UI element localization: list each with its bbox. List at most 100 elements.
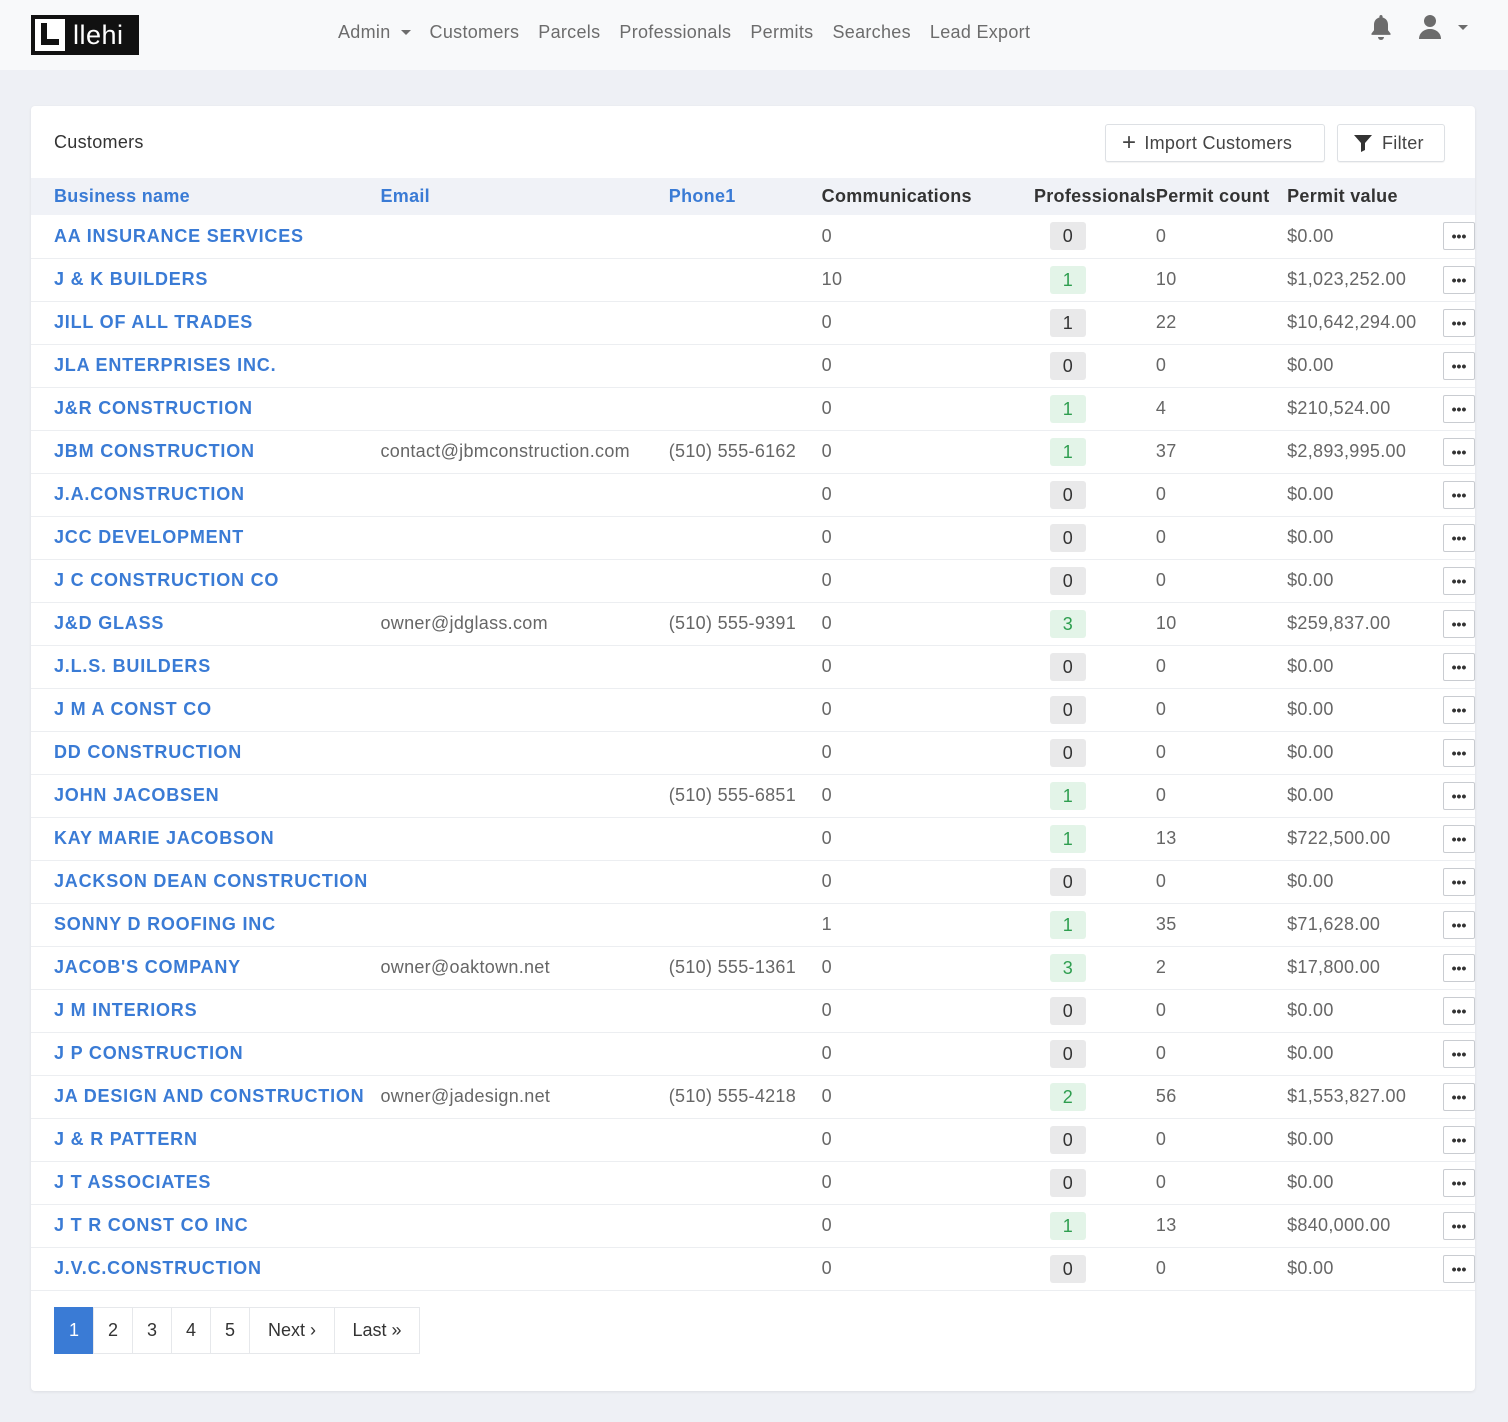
business-name-link[interactable]: J T ASSOCIATES — [54, 1172, 211, 1192]
professionals-count-badge[interactable]: 1 — [1049, 781, 1086, 810]
ellipsis-icon[interactable]: ••• — [1443, 265, 1475, 294]
business-name-link[interactable]: KAY MARIE JACOBSON — [54, 828, 274, 848]
business-name-link[interactable]: J M A CONST CO — [54, 699, 212, 719]
business-name-link[interactable]: J&R CONSTRUCTION — [54, 398, 253, 418]
ellipsis-icon[interactable]: ••• — [1443, 351, 1475, 380]
business-name-link[interactable]: J C CONSTRUCTION CO — [54, 570, 279, 590]
business-name-link[interactable]: SONNY D ROOFING INC — [54, 914, 276, 934]
professionals-count-badge[interactable]: 1 — [1049, 308, 1086, 337]
pagination-last[interactable]: Last » — [334, 1307, 420, 1354]
pagination-next[interactable]: Next › — [249, 1307, 335, 1354]
cell-professionals: 1 — [1034, 817, 1156, 860]
professionals-count-badge[interactable]: 0 — [1049, 351, 1086, 380]
professionals-count-badge[interactable]: 0 — [1049, 1125, 1086, 1154]
ellipsis-icon[interactable]: ••• — [1443, 1254, 1475, 1283]
ellipsis-icon[interactable]: ••• — [1443, 1039, 1475, 1068]
ellipsis-icon[interactable]: ••• — [1443, 480, 1475, 509]
ellipsis-icon[interactable]: ••• — [1443, 1125, 1475, 1154]
professionals-count-badge[interactable]: 1 — [1049, 394, 1086, 423]
pagination-page-1[interactable]: 1 — [54, 1307, 94, 1354]
nav-item-lead-export[interactable]: Lead Export — [930, 22, 1030, 43]
business-name-link[interactable]: J.A.CONSTRUCTION — [54, 484, 245, 504]
professionals-count-badge[interactable]: 0 — [1049, 652, 1086, 681]
pagination-page-4[interactable]: 4 — [171, 1307, 211, 1354]
cell-permit-value: $0.00 — [1287, 355, 1334, 375]
user-menu-chevron-down-icon[interactable] — [1458, 24, 1468, 30]
professionals-count-badge[interactable]: 0 — [1049, 222, 1086, 251]
business-name-link[interactable]: AA INSURANCE SERVICES — [54, 226, 304, 246]
import-customers-button[interactable]: + Import Customers — [1105, 124, 1325, 162]
ellipsis-icon[interactable]: ••• — [1443, 222, 1475, 251]
business-name-link[interactable]: J & K BUILDERS — [54, 269, 208, 289]
business-name-link[interactable]: JACKSON DEAN CONSTRUCTION — [54, 871, 368, 891]
business-name-link[interactable]: JACOB'S COMPANY — [54, 957, 241, 977]
ellipsis-icon[interactable]: ••• — [1443, 308, 1475, 337]
professionals-count-badge[interactable]: 0 — [1049, 1039, 1086, 1068]
column-header-phone[interactable]: Phone1 — [669, 178, 822, 215]
professionals-count-badge[interactable]: 0 — [1049, 996, 1086, 1025]
ellipsis-icon[interactable]: ••• — [1443, 738, 1475, 767]
professionals-count-badge[interactable]: 0 — [1049, 695, 1086, 724]
nav-item-professionals[interactable]: Professionals — [619, 22, 731, 43]
ellipsis-icon[interactable]: ••• — [1443, 566, 1475, 595]
ellipsis-icon[interactable]: ••• — [1443, 953, 1475, 982]
nav-item-customers[interactable]: Customers — [430, 22, 520, 43]
ellipsis-icon[interactable]: ••• — [1443, 609, 1475, 638]
business-name-link[interactable]: JCC DEVELOPMENT — [54, 527, 244, 547]
business-name-link[interactable]: J & R PATTERN — [54, 1129, 198, 1149]
business-name-link[interactable]: JA DESIGN AND CONSTRUCTION — [54, 1086, 364, 1106]
business-name-link[interactable]: J P CONSTRUCTION — [54, 1043, 244, 1063]
pagination-page-5[interactable]: 5 — [210, 1307, 250, 1354]
professionals-count-badge[interactable]: 2 — [1049, 1082, 1086, 1111]
user-icon[interactable] — [1418, 14, 1442, 40]
business-name-link[interactable]: JBM CONSTRUCTION — [54, 441, 255, 461]
ellipsis-icon[interactable]: ••• — [1443, 394, 1475, 423]
professionals-count-badge[interactable]: 1 — [1049, 824, 1086, 853]
ellipsis-icon[interactable]: ••• — [1443, 1082, 1475, 1111]
column-header-business-name[interactable]: Business name — [31, 178, 380, 215]
ellipsis-icon[interactable]: ••• — [1443, 695, 1475, 724]
nav-item-searches[interactable]: Searches — [832, 22, 910, 43]
professionals-count-badge[interactable]: 1 — [1049, 1211, 1086, 1240]
ellipsis-icon[interactable]: ••• — [1443, 781, 1475, 810]
business-name-link[interactable]: J T R CONST CO INC — [54, 1215, 248, 1235]
business-name-link[interactable]: JOHN JACOBSEN — [54, 785, 219, 805]
ellipsis-icon[interactable]: ••• — [1443, 652, 1475, 681]
professionals-count-badge[interactable]: 0 — [1049, 566, 1086, 595]
ellipsis-icon[interactable]: ••• — [1443, 523, 1475, 552]
professionals-count-badge[interactable]: 0 — [1049, 480, 1086, 509]
business-name-link[interactable]: JLA ENTERPRISES INC. — [54, 355, 276, 375]
professionals-count-badge[interactable]: 0 — [1049, 1254, 1086, 1283]
nav-item-admin[interactable]: Admin — [338, 22, 411, 43]
professionals-count-badge[interactable]: 0 — [1049, 738, 1086, 767]
app-logo[interactable]: llehi — [31, 15, 139, 55]
bell-icon[interactable] — [1370, 14, 1392, 40]
business-name-link[interactable]: J&D GLASS — [54, 613, 164, 633]
ellipsis-icon[interactable]: ••• — [1443, 1211, 1475, 1240]
professionals-count-badge[interactable]: 1 — [1049, 265, 1086, 294]
professionals-count-badge[interactable]: 3 — [1049, 953, 1086, 982]
professionals-count-badge[interactable]: 0 — [1049, 523, 1086, 552]
professionals-count-badge[interactable]: 0 — [1049, 1168, 1086, 1197]
ellipsis-icon[interactable]: ••• — [1443, 437, 1475, 466]
filter-button[interactable]: Filter — [1337, 124, 1445, 162]
ellipsis-icon[interactable]: ••• — [1443, 867, 1475, 896]
pagination-page-2[interactable]: 2 — [93, 1307, 133, 1354]
professionals-count-badge[interactable]: 3 — [1049, 609, 1086, 638]
ellipsis-icon[interactable]: ••• — [1443, 1168, 1475, 1197]
nav-item-permits[interactable]: Permits — [750, 22, 813, 43]
business-name-link[interactable]: J.V.C.CONSTRUCTION — [54, 1258, 262, 1278]
nav-item-parcels[interactable]: Parcels — [538, 22, 600, 43]
professionals-count-badge[interactable]: 1 — [1049, 437, 1086, 466]
business-name-link[interactable]: DD CONSTRUCTION — [54, 742, 242, 762]
ellipsis-icon[interactable]: ••• — [1443, 910, 1475, 939]
business-name-link[interactable]: J M INTERIORS — [54, 1000, 197, 1020]
pagination-page-3[interactable]: 3 — [132, 1307, 172, 1354]
professionals-count-badge[interactable]: 1 — [1049, 910, 1086, 939]
business-name-link[interactable]: JILL OF ALL TRADES — [54, 312, 253, 332]
column-header-email[interactable]: Email — [380, 178, 668, 215]
business-name-link[interactable]: J.L.S. BUILDERS — [54, 656, 211, 676]
ellipsis-icon[interactable]: ••• — [1443, 824, 1475, 853]
professionals-count-badge[interactable]: 0 — [1049, 867, 1086, 896]
ellipsis-icon[interactable]: ••• — [1443, 996, 1475, 1025]
